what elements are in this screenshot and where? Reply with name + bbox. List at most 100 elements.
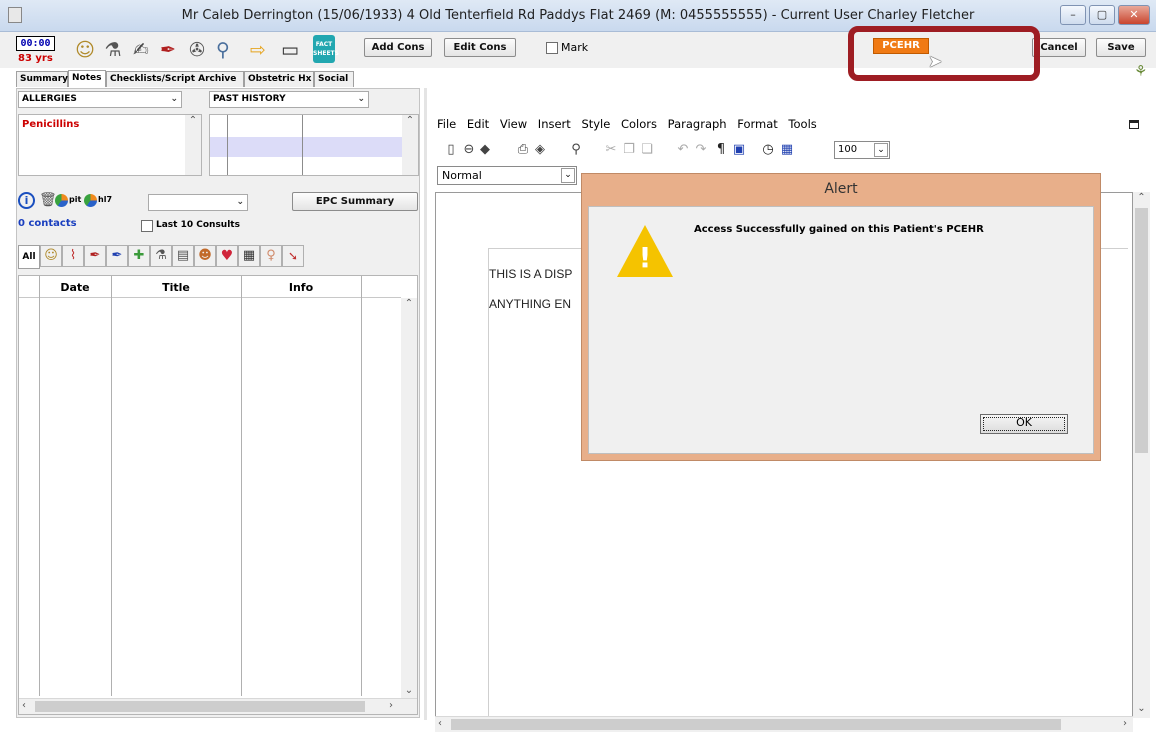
cut-icon[interactable]: ✂ bbox=[603, 139, 619, 161]
undo-icon[interactable]: ↶ bbox=[675, 139, 691, 161]
filter-calculator-icon[interactable]: ▦ bbox=[238, 245, 260, 267]
past-history-scrollbar[interactable]: ⌃ bbox=[402, 115, 418, 175]
menu-tools[interactable]: Tools bbox=[788, 117, 816, 131]
pills-icon[interactable]: ✇ bbox=[184, 38, 210, 62]
tab-summary[interactable]: Summary bbox=[16, 71, 68, 87]
redo-icon[interactable]: ↷ bbox=[693, 139, 709, 161]
filter-heart-icon[interactable]: ♥ bbox=[216, 245, 238, 267]
filter-paperclip-icon[interactable]: ⌇ bbox=[62, 245, 84, 267]
scroll-left-icon[interactable]: ‹ bbox=[438, 718, 442, 729]
tab-checklists[interactable]: Checklists/Script Archive bbox=[106, 71, 244, 87]
close-button[interactable]: ✕ bbox=[1118, 5, 1150, 25]
filter-pin-icon[interactable]: ➘ bbox=[282, 245, 304, 267]
mouse-cursor-icon: ➤ bbox=[928, 52, 943, 72]
users-icon[interactable]: ⚘ bbox=[1134, 62, 1147, 80]
pilcrow-icon[interactable]: ¶ bbox=[713, 139, 729, 161]
scroll-right-icon[interactable]: › bbox=[389, 700, 393, 711]
filter-pregnancy-icon[interactable]: ♀ bbox=[260, 245, 282, 267]
editor-horizontal-thumb[interactable] bbox=[451, 719, 1061, 730]
grid-horizontal-thumb[interactable] bbox=[35, 701, 365, 712]
clock-icon[interactable]: ◷ bbox=[760, 139, 776, 161]
save-button[interactable]: Save bbox=[1096, 38, 1146, 57]
menu-colors[interactable]: Colors bbox=[621, 117, 657, 131]
folder-arrow-icon[interactable]: ⇨ bbox=[245, 38, 271, 62]
filter-pen-red-icon[interactable]: ✒ bbox=[84, 245, 106, 267]
pen-icon[interactable]: ✒ bbox=[155, 38, 181, 62]
allergy-item[interactable]: Penicillins bbox=[19, 115, 201, 134]
past-history-dropdown[interactable]: PAST HISTORY ⌄ bbox=[209, 91, 369, 108]
scroll-down-icon[interactable]: ⌄ bbox=[1133, 703, 1150, 714]
column-header-info[interactable]: Info bbox=[241, 281, 361, 294]
tab-social[interactable]: Social bbox=[314, 71, 354, 87]
filter-microscope-icon[interactable]: ⚗ bbox=[150, 245, 172, 267]
scroll-up-icon[interactable]: ⌃ bbox=[401, 298, 417, 309]
print-icon[interactable]: ◈ bbox=[532, 139, 548, 161]
column-header-date[interactable]: Date bbox=[39, 281, 111, 294]
doctor-icon[interactable]: ☺ bbox=[72, 38, 98, 62]
grid-horizontal-scrollbar[interactable]: ‹ › bbox=[19, 698, 417, 714]
find-icon[interactable]: ⚲ bbox=[568, 139, 584, 161]
filter-all[interactable]: All bbox=[18, 245, 40, 269]
editor-vertical-scrollbar[interactable]: ⌃ ⌄ bbox=[1133, 192, 1150, 718]
calendar-icon[interactable]: ▦ bbox=[779, 139, 795, 161]
editor-horizontal-scrollbar[interactable]: ‹ › bbox=[435, 716, 1133, 732]
info-icon[interactable]: i bbox=[18, 192, 35, 209]
ok-button[interactable]: OK bbox=[980, 414, 1068, 434]
hl7-icon[interactable] bbox=[84, 194, 97, 207]
monitor-icon[interactable]: ▭ bbox=[277, 38, 303, 62]
allergies-dropdown[interactable]: ALLERGIES ⌄ bbox=[18, 91, 182, 108]
fact-sheets-button[interactable]: FACT SHEETS bbox=[313, 35, 339, 63]
filter-person-icon[interactable]: ☻ bbox=[194, 245, 216, 267]
menu-style[interactable]: Style bbox=[581, 117, 610, 131]
paste-icon[interactable]: ❏ bbox=[639, 139, 655, 161]
menu-file[interactable]: File bbox=[437, 117, 456, 131]
editor-vertical-thumb[interactable] bbox=[1135, 208, 1148, 453]
menu-paragraph[interactable]: Paragraph bbox=[668, 117, 727, 131]
signature-icon[interactable]: ✍ bbox=[128, 38, 154, 62]
past-history-list[interactable]: ⌃ bbox=[209, 114, 419, 176]
allergies-scrollbar[interactable]: ⌃ bbox=[185, 115, 201, 175]
filter-document-icon[interactable]: ▤ bbox=[172, 245, 194, 267]
menu-insert[interactable]: Insert bbox=[538, 117, 571, 131]
scroll-right-icon[interactable]: › bbox=[1123, 718, 1127, 729]
zoom-combo[interactable]: 100 ⌄ bbox=[834, 141, 890, 159]
contacts-filter-dropdown[interactable]: ⌄ bbox=[148, 194, 248, 211]
pit-icon[interactable] bbox=[55, 194, 68, 207]
last-10-consults-checkbox[interactable] bbox=[141, 220, 153, 232]
editor-restore-icon[interactable] bbox=[1129, 120, 1139, 129]
maximize-button[interactable]: ▢ bbox=[1089, 5, 1115, 25]
microscope-icon[interactable]: ⚗ bbox=[100, 38, 126, 62]
tab-notes[interactable]: Notes bbox=[68, 70, 106, 87]
filter-pen-blue-icon[interactable]: ✒ bbox=[106, 245, 128, 267]
mark-checkbox[interactable] bbox=[546, 42, 558, 54]
menu-format[interactable]: Format bbox=[737, 117, 778, 131]
edit-cons-button[interactable]: Edit Cons bbox=[444, 38, 516, 57]
column-header-title[interactable]: Title bbox=[111, 281, 241, 294]
scroll-up-icon[interactable]: ⌃ bbox=[402, 115, 418, 126]
save-doc-icon[interactable]: ◆ bbox=[477, 139, 493, 161]
alert-dialog-body: ! Access Successfully gained on this Pat… bbox=[588, 206, 1094, 454]
tab-obstetric-hx[interactable]: Obstetric Hx bbox=[244, 71, 314, 87]
new-doc-icon[interactable]: ▯ bbox=[443, 139, 459, 161]
epc-summary-button[interactable]: EPC Summary bbox=[292, 192, 418, 211]
scroll-left-icon[interactable]: ‹ bbox=[22, 700, 26, 711]
menu-view[interactable]: View bbox=[500, 117, 527, 131]
search-person-icon[interactable]: ⚲ bbox=[210, 38, 236, 62]
filter-doctor-icon[interactable]: ☺ bbox=[40, 245, 62, 267]
add-cons-button[interactable]: Add Cons bbox=[364, 38, 432, 57]
style-combo[interactable]: Normal ⌄ bbox=[437, 166, 577, 185]
scroll-down-icon[interactable]: ⌄ bbox=[401, 685, 417, 696]
cancel-button[interactable]: Cancel bbox=[1032, 38, 1086, 57]
menu-edit[interactable]: Edit bbox=[467, 117, 489, 131]
minimize-button[interactable]: – bbox=[1060, 5, 1086, 25]
copy-icon[interactable]: ❐ bbox=[621, 139, 637, 161]
scroll-up-icon[interactable]: ⌃ bbox=[1133, 192, 1150, 203]
filter-medical-icon[interactable]: ✚ bbox=[128, 245, 150, 267]
scroll-up-icon[interactable]: ⌃ bbox=[185, 115, 201, 126]
contacts-grid[interactable]: Date Title Info ⌃ ⌄ ‹ › bbox=[18, 275, 418, 715]
grid-vertical-scrollbar[interactable]: ⌃ ⌄ bbox=[401, 298, 417, 698]
allergies-list[interactable]: Penicillins ⌃ bbox=[18, 114, 202, 176]
print-preview-icon[interactable]: ⎙ bbox=[515, 139, 531, 161]
open-icon[interactable]: ⊖ bbox=[461, 139, 477, 161]
table-icon[interactable]: ▣ bbox=[731, 139, 747, 161]
